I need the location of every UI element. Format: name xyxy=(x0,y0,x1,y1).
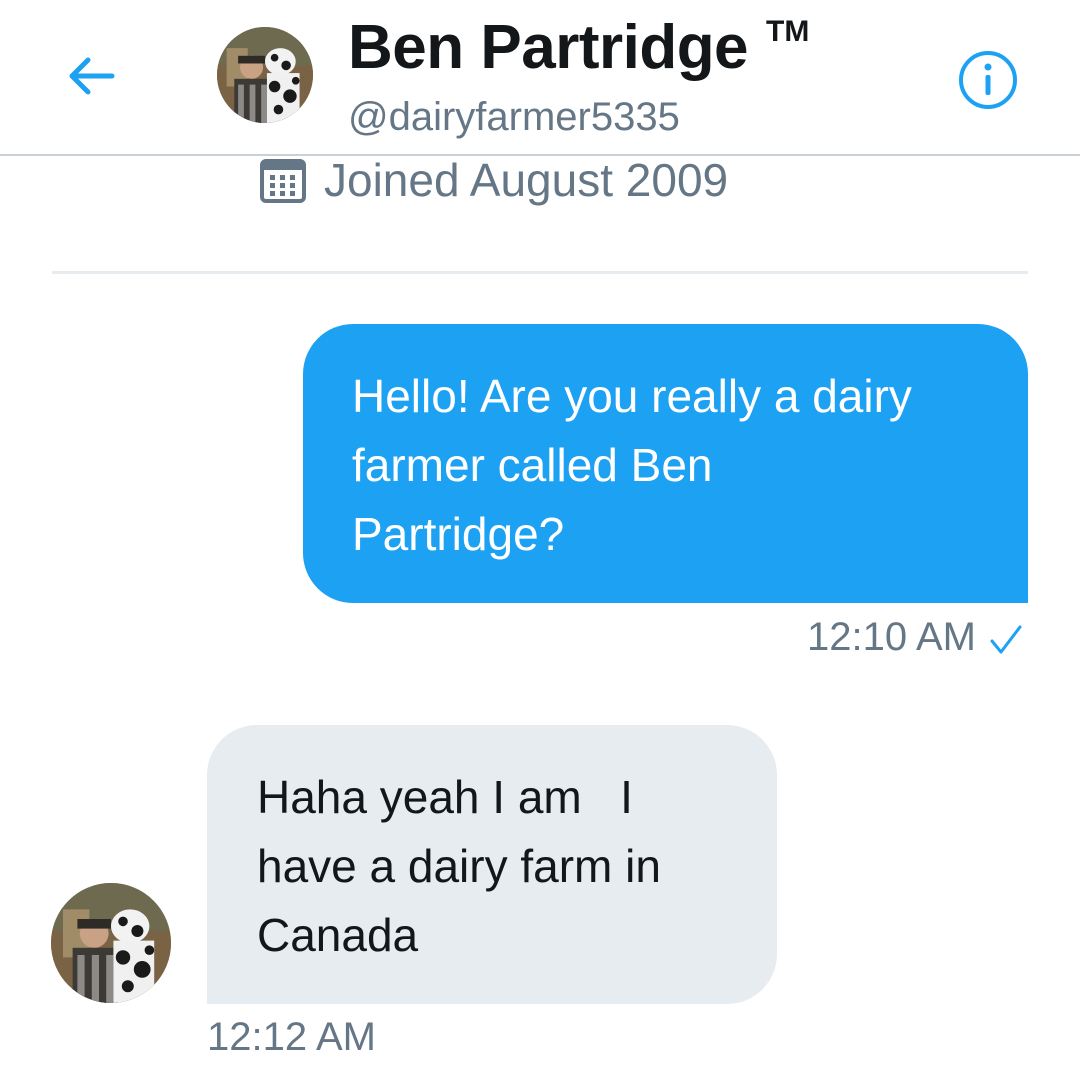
message-line: Canada xyxy=(257,909,419,961)
back-button[interactable] xyxy=(58,46,122,106)
message-line: Partridge? xyxy=(352,508,565,560)
message-timestamp: 12:12 AM xyxy=(207,1015,377,1059)
joined-info: Joined August 2009 xyxy=(258,152,728,208)
display-name[interactable]: Ben Partridge xyxy=(348,12,749,84)
trademark-symbol: TM xyxy=(766,15,810,48)
info-button[interactable] xyxy=(956,48,1020,112)
sent-message-bubble[interactable]: Hello! Are you really a dairy farmer cal… xyxy=(303,324,1028,603)
message-line: have a dairy farm in xyxy=(257,840,661,892)
message-timestamp: 12:10 AM xyxy=(806,615,976,659)
calendar-icon xyxy=(260,159,306,203)
title-row: Ben Partridge TM xyxy=(348,12,809,84)
sender-avatar[interactable] xyxy=(51,883,171,1003)
received-message-meta: 12:12 AM xyxy=(207,1012,376,1062)
avatar-photo xyxy=(217,27,313,123)
dm-conversation-screen: Ben Partridge TM @dairyfarmer5335 Joined… xyxy=(0,0,1080,1080)
section-divider xyxy=(52,271,1028,274)
checkmark-icon xyxy=(990,625,1022,654)
conversation-header: Ben Partridge TM @dairyfarmer5335 xyxy=(0,0,1080,156)
avatar-photo xyxy=(51,883,171,1003)
sent-message-meta: 12:10 AM xyxy=(807,612,1024,662)
arrow-left-icon xyxy=(69,57,115,95)
message-line: Hello! Are you really a dairy xyxy=(352,370,912,422)
info-circle-icon xyxy=(959,51,1017,109)
message-line: Haha yeah I am I xyxy=(257,771,633,823)
message-line: farmer called Ben xyxy=(352,439,713,491)
user-handle[interactable]: @dairyfarmer5335 xyxy=(348,92,680,142)
joined-date: Joined August 2009 xyxy=(324,154,729,206)
header-avatar[interactable] xyxy=(217,27,313,123)
received-message-bubble[interactable]: Haha yeah I am I have a dairy farm in Ca… xyxy=(207,725,777,1004)
